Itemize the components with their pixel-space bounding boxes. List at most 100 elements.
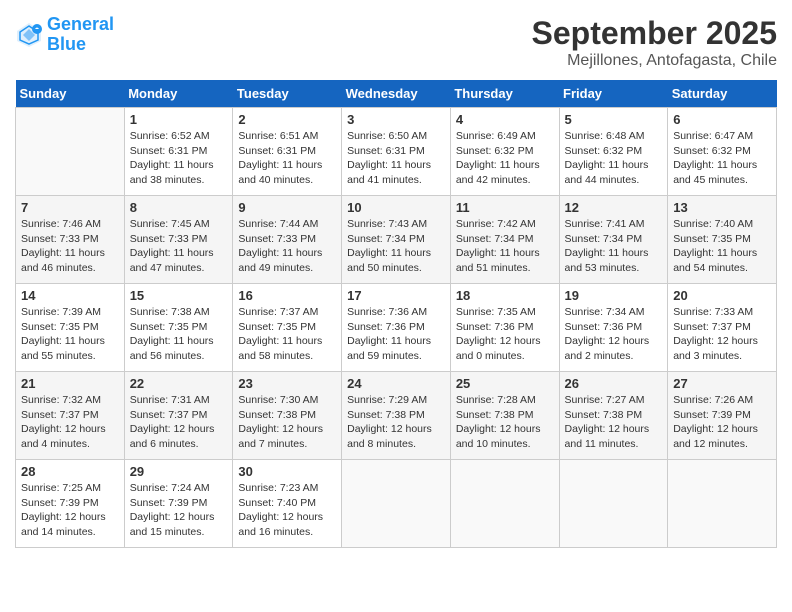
day-info: Sunrise: 7:44 AMSunset: 7:33 PMDaylight:… [238,217,336,276]
day-info: Sunrise: 6:49 AMSunset: 6:32 PMDaylight:… [456,129,554,188]
day-number: 29 [130,464,228,479]
calendar-cell: 23 Sunrise: 7:30 AMSunset: 7:38 PMDayligh… [233,372,342,460]
day-info: Sunrise: 7:25 AMSunset: 7:39 PMDaylight:… [21,481,119,540]
day-number: 27 [673,376,771,391]
calendar-cell: 7Sunrise: 7:46 AMSunset: 7:33 PMDaylight… [16,196,125,284]
calendar-cell: 25 Sunrise: 7:28 AMSunset: 7:38 PMDayligh… [450,372,559,460]
day-info: Sunrise: 6:47 AMSunset: 6:32 PMDaylight:… [673,129,771,188]
calendar-cell: 24 Sunrise: 7:29 AMSunset: 7:38 PMDayligh… [342,372,451,460]
day-header-friday: Friday [559,80,668,108]
calendar-cell: 1 Sunrise: 6:52 AMSunset: 6:31 PMDaylight… [124,108,233,196]
day-info: Sunrise: 7:30 AMSunset: 7:38 PMDaylight:… [238,393,336,452]
day-info: Sunrise: 7:28 AMSunset: 7:38 PMDaylight:… [456,393,554,452]
day-number: 14 [21,288,119,303]
day-info: Sunrise: 6:52 AMSunset: 6:31 PMDaylight:… [130,129,228,188]
calendar-cell: 8 Sunrise: 7:45 AMSunset: 7:33 PMDaylight… [124,196,233,284]
calendar-cell: 12 Sunrise: 7:41 AMSunset: 7:34 PMDayligh… [559,196,668,284]
calendar-cell [450,460,559,548]
calendar-cell [668,460,777,548]
calendar-cell: 13Sunrise: 7:40 AMSunset: 7:35 PMDayligh… [668,196,777,284]
calendar-week-row: 14 Sunrise: 7:39 AMSunset: 7:35 PMDayligh… [16,284,777,372]
calendar-week-row: 21 Sunrise: 7:32 AMSunset: 7:37 PMDayligh… [16,372,777,460]
day-number: 8 [130,200,228,215]
day-info: Sunrise: 6:51 AMSunset: 6:31 PMDaylight:… [238,129,336,188]
calendar-cell: 21 Sunrise: 7:32 AMSunset: 7:37 PMDayligh… [16,372,125,460]
calendar-cell: 26 Sunrise: 7:27 AMSunset: 7:38 PMDayligh… [559,372,668,460]
day-number: 6 [673,112,771,127]
day-info: Sunrise: 7:23 AMSunset: 7:40 PMDaylight:… [238,481,336,540]
calendar-cell [342,460,451,548]
day-number: 12 [565,200,663,215]
logo-text: General Blue [47,15,114,55]
calendar-cell: 19Sunrise: 7:34 AMSunset: 7:36 PMDayligh… [559,284,668,372]
day-info: Sunrise: 7:41 AMSunset: 7:34 PMDaylight:… [565,217,663,276]
calendar-cell: 14 Sunrise: 7:39 AMSunset: 7:35 PMDayligh… [16,284,125,372]
day-number: 1 [130,112,228,127]
calendar-cell: 27 Sunrise: 7:26 AMSunset: 7:39 PMDayligh… [668,372,777,460]
calendar-cell: 20Sunrise: 7:33 AMSunset: 7:37 PMDayligh… [668,284,777,372]
location: Mejillones, Antofagasta, Chile [532,52,777,70]
day-info: Sunrise: 7:35 AMSunset: 7:36 PMDaylight:… [456,305,554,364]
logo-line1: General [47,14,114,34]
title-block: September 2025 Mejillones, Antofagasta, … [532,15,777,70]
day-info: Sunrise: 7:31 AMSunset: 7:37 PMDaylight:… [130,393,228,452]
day-info: Sunrise: 7:26 AMSunset: 7:39 PMDaylight:… [673,393,771,452]
calendar-header-row: SundayMondayTuesdayWednesdayThursdayFrid… [16,80,777,108]
logo-icon [15,21,43,49]
calendar-cell: 17 Sunrise: 7:36 AMSunset: 7:36 PMDayligh… [342,284,451,372]
day-info: Sunrise: 7:29 AMSunset: 7:38 PMDaylight:… [347,393,445,452]
day-header-thursday: Thursday [450,80,559,108]
day-info: Sunrise: 7:32 AMSunset: 7:37 PMDaylight:… [21,393,119,452]
day-number: 2 [238,112,336,127]
calendar-cell: 30 Sunrise: 7:23 AMSunset: 7:40 PMDayligh… [233,460,342,548]
day-number: 17 [347,288,445,303]
day-header-monday: Monday [124,80,233,108]
calendar-table: SundayMondayTuesdayWednesdayThursdayFrid… [15,80,777,548]
day-number: 25 [456,376,554,391]
day-number: 21 [21,376,119,391]
day-info: Sunrise: 7:36 AMSunset: 7:36 PMDaylight:… [347,305,445,364]
day-header-sunday: Sunday [16,80,125,108]
day-info: Sunrise: 7:43 AMSunset: 7:34 PMDaylight:… [347,217,445,276]
calendar-cell: 29 Sunrise: 7:24 AMSunset: 7:39 PMDayligh… [124,460,233,548]
day-header-saturday: Saturday [668,80,777,108]
day-number: 23 [238,376,336,391]
calendar-cell: 3Sunrise: 6:50 AMSunset: 6:31 PMDaylight… [342,108,451,196]
day-number: 30 [238,464,336,479]
logo-line2: Blue [47,34,86,54]
day-number: 10 [347,200,445,215]
day-number: 7 [21,200,119,215]
day-info: Sunrise: 7:37 AMSunset: 7:35 PMDaylight:… [238,305,336,364]
day-number: 16 [238,288,336,303]
calendar-cell: 5Sunrise: 6:48 AMSunset: 6:32 PMDaylight… [559,108,668,196]
day-info: Sunrise: 7:42 AMSunset: 7:34 PMDaylight:… [456,217,554,276]
calendar-week-row: 28 Sunrise: 7:25 AMSunset: 7:39 PMDayligh… [16,460,777,548]
month-title: September 2025 [532,15,777,52]
calendar-cell: 22 Sunrise: 7:31 AMSunset: 7:37 PMDayligh… [124,372,233,460]
day-number: 26 [565,376,663,391]
day-number: 4 [456,112,554,127]
day-info: Sunrise: 7:34 AMSunset: 7:36 PMDaylight:… [565,305,663,364]
calendar-cell [559,460,668,548]
calendar-cell: 4 Sunrise: 6:49 AMSunset: 6:32 PMDaylight… [450,108,559,196]
day-header-tuesday: Tuesday [233,80,342,108]
calendar-cell: 9Sunrise: 7:44 AMSunset: 7:33 PMDaylight… [233,196,342,284]
calendar-cell: 10 Sunrise: 7:43 AMSunset: 7:34 PMDayligh… [342,196,451,284]
calendar-cell: 28 Sunrise: 7:25 AMSunset: 7:39 PMDayligh… [16,460,125,548]
day-info: Sunrise: 7:24 AMSunset: 7:39 PMDaylight:… [130,481,228,540]
day-info: Sunrise: 7:45 AMSunset: 7:33 PMDaylight:… [130,217,228,276]
day-info: Sunrise: 7:27 AMSunset: 7:38 PMDaylight:… [565,393,663,452]
day-info: Sunrise: 6:50 AMSunset: 6:31 PMDaylight:… [347,129,445,188]
calendar-cell: 15Sunrise: 7:38 AMSunset: 7:35 PMDayligh… [124,284,233,372]
day-info: Sunrise: 7:39 AMSunset: 7:35 PMDaylight:… [21,305,119,364]
calendar-cell: 18 Sunrise: 7:35 AMSunset: 7:36 PMDayligh… [450,284,559,372]
day-number: 28 [21,464,119,479]
day-number: 24 [347,376,445,391]
day-number: 20 [673,288,771,303]
page-header: General Blue September 2025 Mejillones, … [15,15,777,70]
day-number: 22 [130,376,228,391]
day-number: 18 [456,288,554,303]
day-number: 5 [565,112,663,127]
calendar-cell: 6 Sunrise: 6:47 AMSunset: 6:32 PMDaylight… [668,108,777,196]
calendar-cell: 11Sunrise: 7:42 AMSunset: 7:34 PMDayligh… [450,196,559,284]
